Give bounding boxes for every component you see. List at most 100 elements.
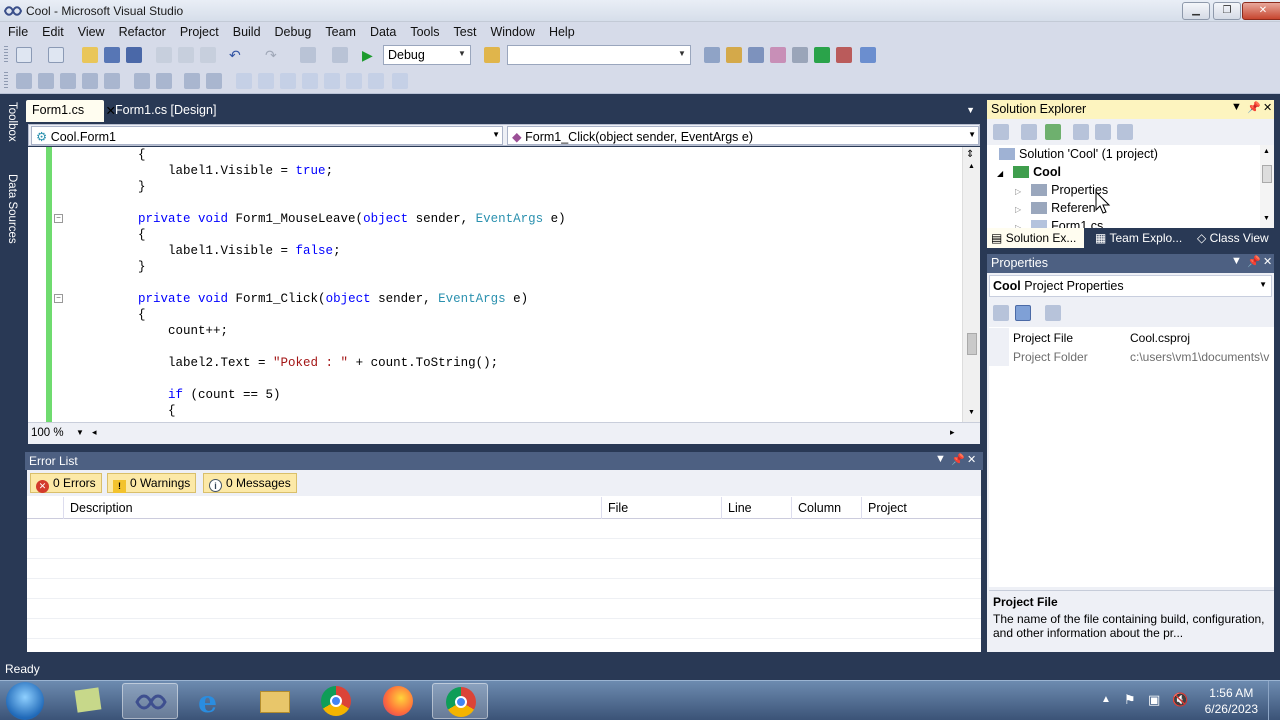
split-handle-icon[interactable]: ⇕: [966, 149, 974, 160]
code-editor[interactable]: − − { label1.Visible = true; } private v…: [28, 147, 980, 422]
alphabetical-icon[interactable]: [1015, 305, 1031, 321]
column-header-file[interactable]: File: [601, 497, 721, 519]
type-selector[interactable]: ⚙ Cool.Form1 ▼: [31, 126, 503, 145]
zoom-level[interactable]: 100 %: [31, 427, 64, 439]
window-position-dropdown-icon[interactable]: ▼: [1231, 255, 1242, 267]
menu-build[interactable]: Build: [226, 22, 268, 42]
clear-bookmarks-icon[interactable]: [392, 73, 408, 89]
menu-debug[interactable]: Debug: [268, 22, 319, 42]
tree-node-references[interactable]: ▷ Referen: [1015, 201, 1096, 215]
toggle-bookmark-icon[interactable]: [236, 73, 252, 89]
extension-manager-icon[interactable]: [836, 47, 852, 63]
collapse-icon[interactable]: −: [54, 214, 63, 223]
menu-data[interactable]: Data: [363, 22, 403, 42]
zoom-dropdown-icon[interactable]: ▼: [76, 428, 84, 437]
scroll-right-icon[interactable]: ▸: [950, 427, 955, 438]
editor-vertical-scrollbar[interactable]: ⇕ ▲ ▼: [962, 147, 980, 422]
show-hidden-icons-icon[interactable]: ▲: [1101, 694, 1111, 705]
find-in-files-icon[interactable]: [484, 47, 500, 63]
save-icon[interactable]: [104, 47, 120, 63]
tree-node-solution[interactable]: Solution 'Cool' (1 project): [999, 147, 1158, 161]
open-folder-icon[interactable]: [82, 47, 98, 63]
uncomment-icon[interactable]: [206, 73, 222, 89]
window-position-dropdown-icon[interactable]: ▼: [1231, 101, 1242, 113]
show-all-files-icon[interactable]: [1021, 124, 1037, 140]
column-header-line[interactable]: Line: [721, 497, 791, 519]
action-center-icon[interactable]: ⚑: [1124, 692, 1136, 708]
solution-tree-scrollbar[interactable]: ▲ ▼: [1260, 145, 1274, 228]
categorized-icon[interactable]: [993, 305, 1009, 321]
command-window-icon[interactable]: [860, 47, 876, 63]
column-header-description[interactable]: Description: [63, 497, 601, 519]
decrease-indent-icon[interactable]: [134, 73, 150, 89]
menu-test[interactable]: Test: [447, 22, 484, 42]
menu-project[interactable]: Project: [173, 22, 226, 42]
toolbar-grip[interactable]: [4, 72, 8, 90]
display-word-wrap-icon[interactable]: [104, 73, 120, 89]
toolbar-grip[interactable]: [4, 46, 8, 64]
scroll-left-icon[interactable]: ◂: [92, 427, 97, 438]
parameter-info-icon[interactable]: [38, 73, 54, 89]
errors-filter-button[interactable]: ✕ 0 Errors: [30, 473, 102, 493]
pin-icon[interactable]: 📌: [951, 453, 965, 466]
scrollbar-thumb[interactable]: [967, 333, 977, 355]
taskbar-chrome-active-icon[interactable]: [432, 683, 488, 719]
taskbar-file-explorer-icon[interactable]: [246, 683, 302, 719]
scroll-down-icon[interactable]: ▼: [968, 409, 975, 416]
tab-form1-design[interactable]: Form1.cs [Design]: [109, 100, 222, 122]
taskbar-internet-explorer-icon[interactable]: e: [184, 683, 240, 720]
menu-file[interactable]: File: [0, 22, 35, 42]
navigate-forward-icon[interactable]: [332, 47, 348, 63]
next-bookmark-icon[interactable]: [280, 73, 296, 89]
paste-icon[interactable]: [200, 47, 216, 63]
properties-icon[interactable]: [993, 124, 1009, 140]
tab-team-explorer[interactable]: ▦ Team Explo...: [1091, 228, 1186, 248]
save-all-icon[interactable]: [126, 47, 142, 63]
pin-icon[interactable]: 📌: [1247, 255, 1261, 268]
menu-team[interactable]: Team: [318, 22, 363, 42]
property-row-project-file[interactable]: Project File Cool.csproj: [989, 328, 1274, 347]
close-panel-icon[interactable]: ✕: [1263, 101, 1272, 114]
window-position-dropdown-icon[interactable]: ▼: [935, 453, 946, 465]
start-button-icon[interactable]: [6, 682, 44, 720]
new-project-icon[interactable]: [16, 47, 32, 63]
view-class-diagram-icon[interactable]: [1117, 124, 1133, 140]
side-tab-toolbox[interactable]: Toolbox: [2, 102, 18, 142]
undo-icon[interactable]: ↶: [229, 47, 245, 63]
taskbar-firefox-icon[interactable]: [370, 683, 426, 719]
menu-view[interactable]: View: [71, 22, 112, 42]
solution-explorer-icon[interactable]: [704, 47, 720, 63]
menu-refactor[interactable]: Refactor: [112, 22, 173, 42]
copy-icon[interactable]: [178, 47, 194, 63]
comment-out-icon[interactable]: [184, 73, 200, 89]
tools-icon[interactable]: [792, 47, 808, 63]
collapsed-arrow-icon[interactable]: ▷: [1015, 205, 1021, 214]
warnings-filter-button[interactable]: ! 0 Warnings: [107, 473, 197, 493]
solution-configuration-select[interactable]: Debug ▼: [383, 45, 471, 65]
expanded-arrow-icon[interactable]: ◢: [997, 169, 1003, 178]
quick-info-icon[interactable]: [60, 73, 76, 89]
maximize-button[interactable]: ❐: [1213, 2, 1241, 20]
collapsed-arrow-icon[interactable]: ▷: [1015, 187, 1021, 196]
start-page-icon[interactable]: [814, 47, 830, 63]
column-header-project[interactable]: Project: [861, 497, 981, 519]
column-header-icon[interactable]: [27, 497, 63, 519]
member-selector[interactable]: ◆ Form1_Click(object sender, EventArgs e…: [507, 126, 979, 145]
show-desktop-button[interactable]: [1268, 681, 1280, 720]
find-combo-box[interactable]: ▼: [507, 45, 691, 65]
close-panel-icon[interactable]: ✕: [1263, 255, 1272, 268]
next-bookmark-folder-icon[interactable]: [324, 73, 340, 89]
close-button[interactable]: ✕: [1242, 2, 1280, 20]
menu-edit[interactable]: Edit: [35, 22, 71, 42]
side-tab-data-sources[interactable]: Data Sources: [2, 174, 18, 244]
network-icon[interactable]: ▣: [1148, 692, 1160, 708]
properties-window-icon[interactable]: [726, 47, 742, 63]
close-panel-icon[interactable]: ✕: [967, 453, 976, 466]
toolbox-icon[interactable]: [770, 47, 786, 63]
tree-node-project[interactable]: ◢ Cool: [997, 165, 1061, 179]
redo-icon[interactable]: ↷: [265, 47, 281, 63]
object-browser-icon[interactable]: [748, 47, 764, 63]
previous-bookmark-document-icon[interactable]: [346, 73, 362, 89]
word-completion-icon[interactable]: [82, 73, 98, 89]
object-members-icon[interactable]: [16, 73, 32, 89]
